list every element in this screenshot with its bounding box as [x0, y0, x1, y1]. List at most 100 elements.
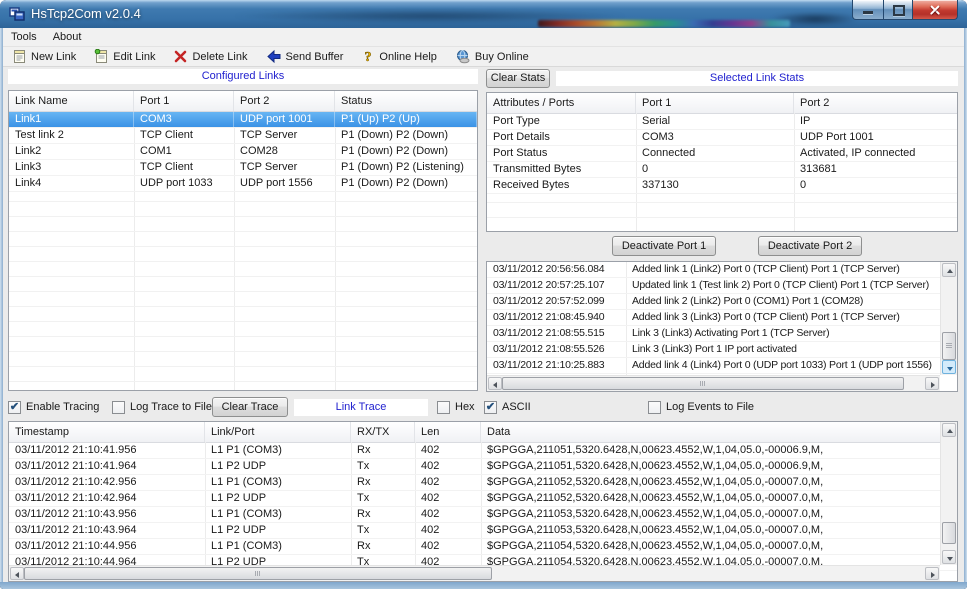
link-row[interactable]: Test link 2 TCP Client TCP Server P1 (Do…: [9, 128, 477, 144]
column-header-timestamp[interactable]: Timestamp: [9, 422, 205, 442]
scrollbar-thumb[interactable]: [24, 567, 492, 580]
column-header-link-name[interactable]: Link Name: [9, 91, 134, 111]
checkbox-box[interactable]: ✔: [484, 401, 497, 414]
column-header-status[interactable]: Status: [335, 91, 477, 111]
event-log-vertical-scrollbar[interactable]: [940, 262, 957, 375]
cell-timestamp: 03/11/2012 21:10:41.956: [9, 443, 205, 458]
cell-port2: COM28: [234, 144, 335, 159]
event-row[interactable]: 03/11/2012 20:57:25.107 Updated link 1 (…: [487, 278, 957, 294]
scroll-left-button[interactable]: [10, 567, 24, 580]
scrollbar-thumb[interactable]: [942, 522, 956, 544]
minimize-button[interactable]: [852, 0, 884, 20]
cell-len: 402: [415, 523, 481, 538]
send-buffer-button[interactable]: Send Buffer: [261, 47, 351, 66]
cell-event-time: 03/11/2012 21:08:55.526: [487, 342, 626, 357]
column-header-data[interactable]: Data: [481, 422, 940, 442]
online-help-label: Online Help: [379, 51, 436, 63]
log-events-to-file-checkbox[interactable]: Log Events to File: [648, 399, 754, 416]
cell-link-port: L1 P1 (COM3): [205, 507, 351, 522]
scrollbar-thumb[interactable]: [502, 377, 904, 390]
cell-data: $GPGGA,211053,5320.6428,N,00623.4552,W,1…: [481, 523, 957, 538]
scroll-left-button[interactable]: [488, 377, 502, 390]
delete-link-button[interactable]: Delete Link: [168, 47, 254, 66]
toolbar: New Link Edit Link Delete Link Send Buff…: [3, 47, 964, 67]
column-header-link-port[interactable]: Link/Port: [205, 422, 351, 442]
enable-tracing-checkbox[interactable]: ✔ Enable Tracing: [8, 399, 99, 416]
title-bar[interactable]: HsTcp2Com v2.0.4: [0, 0, 967, 28]
column-header-port2[interactable]: Port 2: [234, 91, 335, 111]
event-log-horizontal-scrollbar[interactable]: [487, 375, 940, 391]
cell-timestamp: 03/11/2012 21:10:44.956: [9, 539, 205, 554]
buy-online-button[interactable]: Buy Online: [450, 47, 536, 66]
maximize-button[interactable]: [884, 0, 913, 20]
buy-online-icon: [455, 49, 471, 64]
column-header-attributes[interactable]: Attributes / Ports: [487, 93, 636, 113]
delete-link-label: Delete Link: [192, 51, 247, 63]
event-row[interactable]: 03/11/2012 21:10:25.883 Added link 4 (Li…: [487, 358, 957, 374]
cell-port1: 0: [636, 162, 794, 177]
checkbox-box[interactable]: [648, 401, 661, 414]
cell-link-port: L1 P1 (COM3): [205, 475, 351, 490]
online-help-button[interactable]: ? Online Help: [356, 47, 443, 66]
column-header-port1[interactable]: Port 1: [134, 91, 234, 111]
trace-vertical-scrollbar[interactable]: [940, 422, 957, 565]
event-row[interactable]: 03/11/2012 21:08:45.940 Added link 3 (Li…: [487, 310, 957, 326]
menu-about[interactable]: About: [45, 28, 90, 46]
menu-tools[interactable]: Tools: [3, 28, 45, 46]
cell-port1: Connected: [636, 146, 794, 161]
deactivate-port2-button[interactable]: Deactivate Port 2: [758, 236, 862, 256]
cell-len: 402: [415, 507, 481, 522]
cell-event-text: Added link 1 (Link2) Port 0 (TCP Client)…: [626, 262, 940, 277]
link-stats-header: Attributes / Ports Port 1 Port 2: [487, 93, 957, 114]
ascii-checkbox[interactable]: ✔ ASCII: [484, 399, 531, 416]
link-row[interactable]: Link2 COM1 COM28 P1 (Down) P2 (Down): [9, 144, 477, 160]
cell-port2: UDP Port 1001: [794, 130, 957, 145]
column-header-len[interactable]: Len: [415, 422, 481, 442]
checkbox-box[interactable]: ✔: [8, 401, 21, 414]
deactivate-port1-button[interactable]: Deactivate Port 1: [612, 236, 716, 256]
checkbox-box[interactable]: [112, 401, 125, 414]
edit-link-label: Edit Link: [113, 51, 155, 63]
column-header-port2[interactable]: Port 2: [794, 93, 957, 113]
edit-link-button[interactable]: Edit Link: [89, 47, 162, 66]
column-header-rxtx[interactable]: RX/TX: [351, 422, 415, 442]
cell-link-port: L1 P1 (COM3): [205, 443, 351, 458]
trace-row[interactable]: 03/11/2012 21:10:43.956 L1 P1 (COM3) Rx …: [9, 507, 957, 523]
scroll-up-button[interactable]: [942, 423, 956, 437]
link-row[interactable]: Link1 COM3 UDP port 1001 P1 (Up) P2 (Up): [9, 112, 477, 128]
cell-status: P1 (Up) P2 (Up): [335, 112, 477, 127]
hex-checkbox[interactable]: Hex: [437, 399, 475, 416]
stats-row[interactable]: Port Status Connected Activated, IP conn…: [487, 146, 957, 162]
event-row[interactable]: 03/11/2012 20:57:52.099 Added link 2 (Li…: [487, 294, 957, 310]
column-header-port1[interactable]: Port 1: [636, 93, 794, 113]
trace-row[interactable]: 03/11/2012 21:10:41.956 L1 P1 (COM3) Rx …: [9, 443, 957, 459]
trace-horizontal-scrollbar[interactable]: [9, 565, 940, 581]
trace-row[interactable]: 03/11/2012 21:10:43.964 L1 P2 UDP Tx 402…: [9, 523, 957, 539]
log-trace-to-file-checkbox[interactable]: Log Trace to File: [112, 399, 212, 416]
trace-row[interactable]: 03/11/2012 21:10:42.964 L1 P2 UDP Tx 402…: [9, 491, 957, 507]
scroll-down-button[interactable]: [942, 360, 956, 374]
log-events-to-file-label: Log Events to File: [666, 399, 754, 416]
close-button[interactable]: [913, 0, 958, 20]
cell-timestamp: 03/11/2012 21:10:42.964: [9, 491, 205, 506]
trace-row[interactable]: 03/11/2012 21:10:44.956 L1 P1 (COM3) Rx …: [9, 539, 957, 555]
event-row[interactable]: 03/11/2012 21:08:55.526 Link 3 (Link3) P…: [487, 342, 957, 358]
checkbox-box[interactable]: [437, 401, 450, 414]
event-row[interactable]: 03/11/2012 21:08:55.515 Link 3 (Link3) A…: [487, 326, 957, 342]
stats-row[interactable]: Transmitted Bytes 0 313681: [487, 162, 957, 178]
scrollbar-thumb[interactable]: [942, 332, 956, 360]
clear-trace-button[interactable]: Clear Trace: [212, 397, 288, 417]
configured-links-header: Link Name Port 1 Port 2 Status: [9, 91, 477, 112]
trace-row[interactable]: 03/11/2012 21:10:41.964 L1 P2 UDP Tx 402…: [9, 459, 957, 475]
scroll-down-button[interactable]: [942, 550, 956, 564]
stats-row[interactable]: Port Details COM3 UDP Port 1001: [487, 130, 957, 146]
scroll-right-button[interactable]: [925, 377, 939, 390]
stats-row[interactable]: Port Type Serial IP: [487, 114, 957, 130]
scroll-up-button[interactable]: [942, 263, 956, 277]
trace-row[interactable]: 03/11/2012 21:10:42.956 L1 P1 (COM3) Rx …: [9, 475, 957, 491]
scroll-right-button[interactable]: [925, 567, 939, 580]
clear-stats-button[interactable]: Clear Stats: [486, 69, 550, 88]
new-link-button[interactable]: New Link: [7, 47, 83, 66]
link-row[interactable]: Link3 TCP Client TCP Server P1 (Down) P2…: [9, 160, 477, 176]
event-row[interactable]: 03/11/2012 20:56:56.084 Added link 1 (Li…: [487, 262, 957, 278]
